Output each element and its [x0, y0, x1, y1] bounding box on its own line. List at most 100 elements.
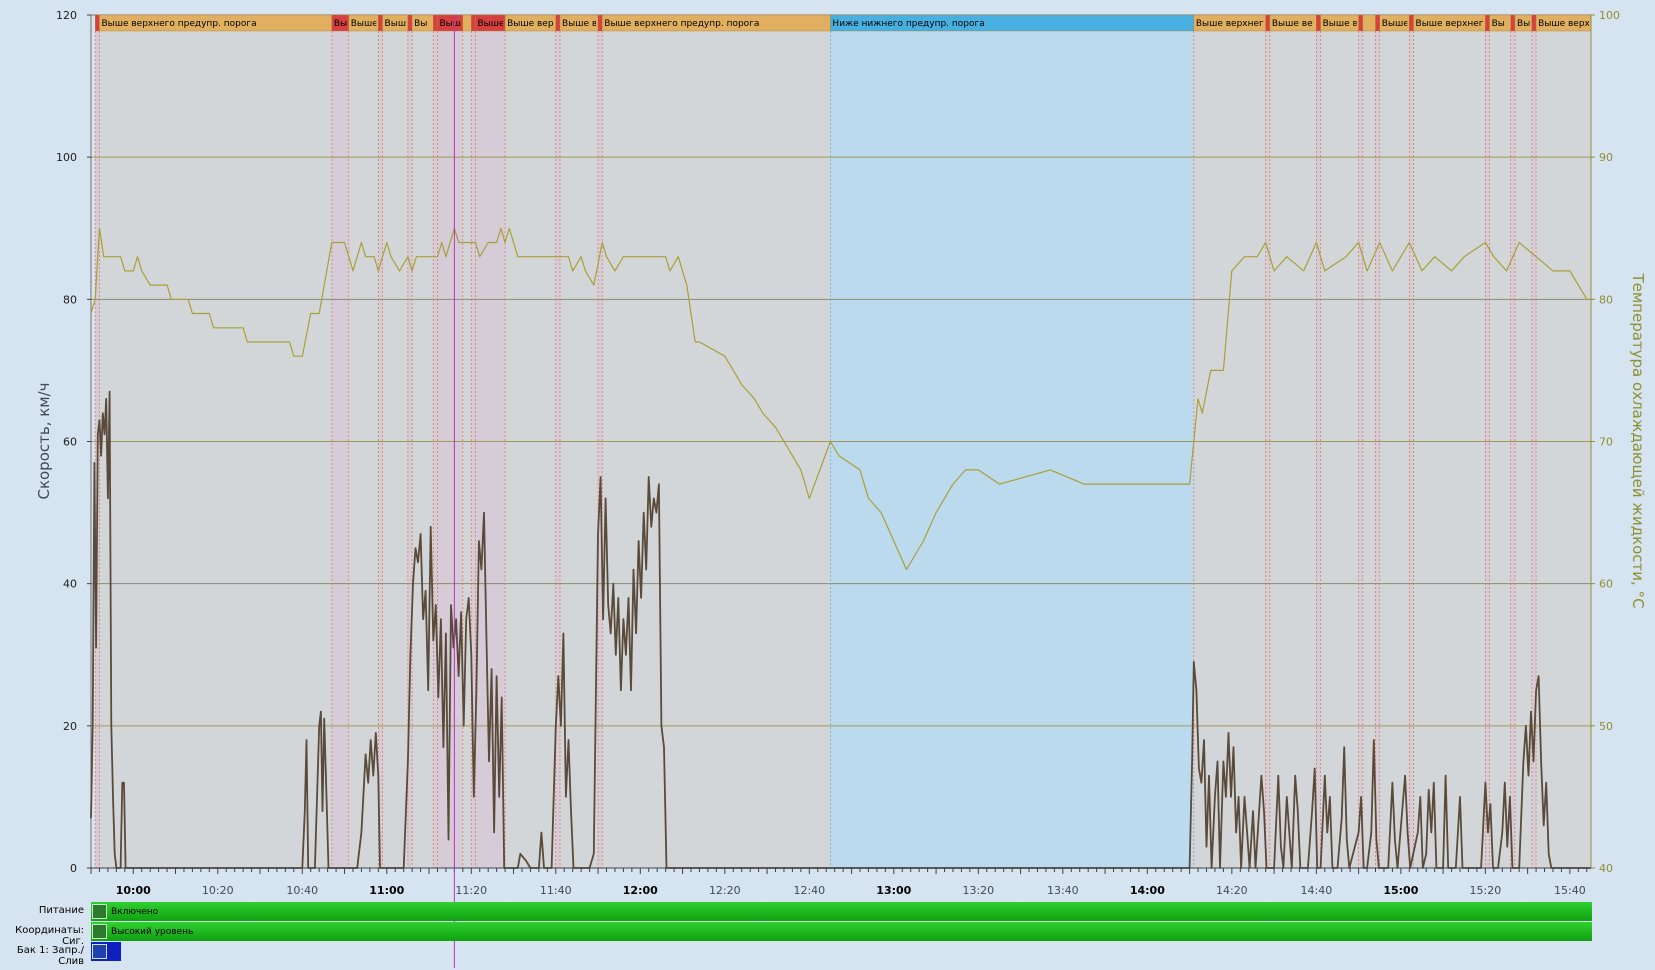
x-tick-label-1020: 10:20: [202, 884, 234, 897]
zone-bg-20: [1265, 31, 1270, 868]
zone-bg-35: [1536, 31, 1591, 868]
zone-bg-3: [348, 31, 379, 868]
zone-header-34: [1531, 14, 1537, 32]
power-icon: [92, 904, 107, 919]
left-tick-label-20: 20: [63, 720, 77, 733]
zone-label-19: Выше верхнего: [1196, 19, 1270, 29]
zone-bg-16: [598, 31, 603, 868]
left-tick-label-40: 40: [63, 578, 77, 591]
zone-label-23: Выше в: [1323, 19, 1358, 29]
zone-header-20: [1265, 14, 1271, 32]
zone-bg-26: [1375, 31, 1380, 868]
zone-label-31: Вы: [1492, 19, 1505, 29]
zone-bg-2: [331, 31, 349, 868]
zone-bg-5: [382, 31, 408, 868]
left-tick-label-100: 100: [56, 151, 77, 164]
right-tick-label-90: 90: [1599, 151, 1613, 164]
x-tick-label-1220: 12:20: [709, 884, 741, 897]
zone-label-1: Выше верхнего предупр. порога: [101, 19, 256, 29]
zone-header-16: [597, 14, 603, 32]
y-axis-label-right: Температура охлаждающей жидкости, °C: [1629, 272, 1647, 608]
zone-bg-23: [1320, 31, 1359, 868]
right-tick-label-70: 70: [1599, 436, 1613, 449]
zone-header-32: [1510, 14, 1516, 32]
zone-bg-21: [1269, 31, 1317, 868]
zone-label-12: Выше: [478, 19, 506, 29]
x-tick-label-1040: 10:40: [286, 884, 318, 897]
zone-bg-10: [462, 31, 472, 868]
zone-header-25: [1362, 14, 1376, 32]
left-tick-label-80: 80: [63, 293, 77, 306]
x-tick-label-1140: 11:40: [540, 884, 572, 897]
right-tick-label-80: 80: [1599, 293, 1613, 306]
left-tick-label-0: 0: [70, 862, 77, 875]
zone-bg-31: [1489, 31, 1511, 868]
x-tick-label-1200: 12:00: [623, 884, 658, 897]
zone-bg-18: [830, 31, 1194, 868]
left-tick-label-120: 120: [56, 9, 77, 22]
track-label-power: Питание: [38, 905, 84, 916]
zone-label-13: Выше вер: [507, 19, 554, 29]
x-tick-label-1540: 15:40: [1554, 884, 1586, 897]
x-tick-label-1240: 12:40: [793, 884, 825, 897]
right-tick-label-100: 100: [1599, 9, 1620, 22]
zone-bg-22: [1316, 31, 1321, 868]
satellite-icon: [92, 924, 107, 939]
zone-bg-32: [1510, 31, 1515, 868]
x-tick-label-1400: 14:00: [1130, 884, 1165, 897]
zone-bg-24: [1358, 31, 1363, 868]
zone-bg-14: [555, 31, 561, 868]
x-tick-label-1340: 13:40: [1047, 884, 1079, 897]
x-tick-label-1120: 11:20: [455, 884, 487, 897]
x-tick-label-1440: 14:40: [1301, 884, 1333, 897]
zone-bg-27: [1379, 31, 1410, 868]
zone-header-28: [1409, 14, 1414, 32]
track-bar-power[interactable]: [91, 902, 1592, 921]
zone-header-14: [555, 14, 561, 32]
zone-bg-17: [602, 31, 831, 868]
zone-label-15: Выше в: [562, 19, 597, 29]
zone-header-8: [433, 14, 438, 32]
x-tick-label-1320: 13:20: [962, 884, 994, 897]
zone-header-26: [1375, 14, 1380, 32]
x-tick-label-1100: 11:00: [369, 884, 404, 897]
zone-bg-1: [99, 31, 332, 868]
y-axis-label-left: Скорость, км/ч: [35, 382, 53, 499]
x-tick-label-1420: 14:20: [1216, 884, 1248, 897]
zone-header-22: [1316, 14, 1321, 32]
x-tick-label-1500: 15:00: [1383, 884, 1418, 897]
track-value-coords: Высокий уровень: [111, 927, 194, 937]
zone-bg-28: [1409, 31, 1414, 868]
zone-bg-13: [505, 31, 556, 868]
zone-label-9: Выш: [439, 19, 461, 29]
x-tick-label-1000: 10:00: [116, 884, 151, 897]
right-tick-label-40: 40: [1599, 862, 1613, 875]
zone-label-21: Выше ве: [1272, 19, 1313, 29]
x-tick-label-1520: 15:20: [1470, 884, 1502, 897]
zone-label-33: Вы: [1517, 19, 1530, 29]
zone-bg-8: [433, 31, 438, 868]
track-value-power: Включено: [111, 907, 159, 917]
zone-label-27: Выше: [1382, 19, 1410, 29]
zone-header-6: [407, 14, 413, 32]
zone-header-0: [95, 14, 100, 32]
zone-header-24: [1358, 14, 1364, 32]
zone-header-30: [1485, 14, 1490, 32]
zone-bg-30: [1485, 31, 1490, 868]
left-tick-label-60: 60: [63, 436, 77, 449]
track-bar-coords[interactable]: [91, 922, 1592, 941]
zone-label-18: Ниже нижнего предупр. порога: [832, 19, 984, 29]
zone-header-11: [471, 14, 476, 32]
zone-bg-7: [412, 31, 434, 868]
zone-header-4: [378, 14, 383, 32]
zone-header-bar: Выше верхнего предупр. порога Вы Выше Выш Вы…: [95, 14, 1592, 32]
right-tick-label-50: 50: [1599, 720, 1613, 733]
track-label-coords: Координаты: Сиг.: [15, 925, 84, 947]
chart: Выше верхнего предупр. порога Вы Выше Выш Вы…: [0, 0, 1655, 970]
zone-header-10: [462, 14, 472, 32]
x-tick-label-1300: 13:00: [876, 884, 911, 897]
zone-label-5: Выш: [385, 19, 407, 29]
zone-label-29: Выше верхнего: [1416, 19, 1490, 29]
fuel-icon: [92, 944, 107, 959]
zone-bg-4: [378, 31, 383, 868]
